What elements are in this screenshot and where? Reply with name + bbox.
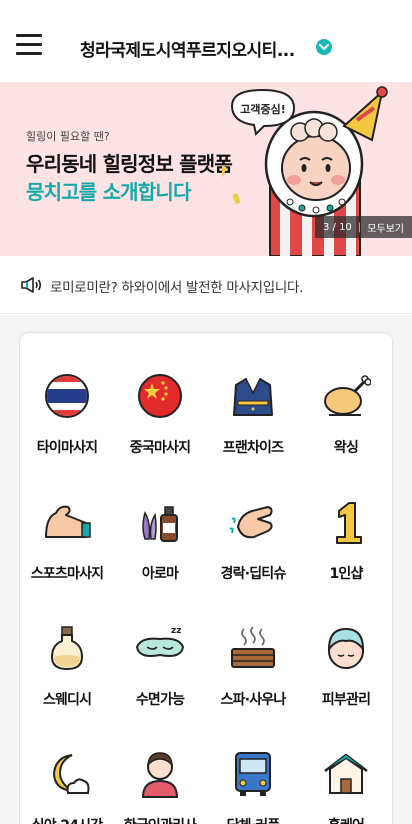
banner-highlight-title: 뭉치고를 소개합니다 — [26, 180, 191, 204]
chicken-icon — [324, 375, 371, 416]
category-item[interactable]: zz 수면가능 — [114, 623, 206, 733]
notice-bar[interactable]: 로미로미란? 하와이에서 발전한 마사지입니다. — [0, 256, 412, 314]
muscle-arm-icon — [45, 505, 91, 538]
home-care-icon — [324, 753, 368, 794]
megaphone-icon — [21, 277, 42, 293]
category-grid: 타이마사지 중국마사지 프랜차이즈 왁싱스포츠마사지 아로마 경락·딥티슈 1인샵스웨디시 z… — [19, 332, 393, 824]
category-item[interactable]: 피부관리 — [300, 623, 392, 733]
notice-text: 로미로미란? 하와이에서 발전한 마사지입니다. — [50, 280, 304, 296]
svg-text:zz: zz — [171, 626, 181, 636]
chevron-down-icon[interactable] — [316, 39, 332, 55]
spa-tub-icon — [231, 626, 275, 668]
oil-bottle-icon — [50, 626, 84, 671]
category-item[interactable]: 왁싱 — [300, 371, 392, 481]
category-label: 왁싱 — [333, 440, 359, 456]
sleep-mask-icon: zz — [135, 626, 185, 657]
category-label: 경락·딥티슈 — [220, 566, 287, 582]
category-item[interactable]: 단체·커플 — [207, 749, 299, 824]
banner-subtitle: 힐링이 필요할 땐? — [26, 130, 110, 143]
category-item[interactable]: 중국마사지 — [114, 371, 206, 481]
pager-count: 3 / 10 — [322, 221, 352, 233]
category-label: 중국마사지 — [129, 440, 191, 456]
category-item[interactable]: 심야·24시간 — [21, 749, 113, 824]
category-item[interactable]: 스포츠마사지 — [21, 497, 113, 607]
category-label: 스웨디시 — [42, 692, 92, 708]
category-label: 한국인관리사 — [110, 815, 210, 824]
category-item[interactable]: 스웨디시 — [21, 623, 113, 733]
category-label: 타이마사지 — [36, 440, 98, 456]
pager-separator: | — [357, 221, 362, 233]
korean-therapist-icon — [141, 752, 179, 798]
bus-icon — [235, 752, 271, 796]
massage-hand-icon — [229, 506, 273, 539]
view-all-button[interactable]: 모두보기 — [367, 220, 404, 235]
moon-night-icon — [52, 754, 90, 794]
category-label: 프랜차이즈 — [222, 440, 284, 456]
category-item[interactable]: 1인샵 — [300, 497, 392, 607]
category-item[interactable]: 타이마사지 — [21, 371, 113, 481]
category-item[interactable]: 한국인관리사 — [114, 749, 206, 824]
promo-banner[interactable]: 힐링이 필요할 땐? 우리동네 힐링정보 플랫폼 뭉치고를 소개합니다 고객중심… — [0, 82, 412, 256]
face-towel-icon — [327, 627, 365, 669]
category-label: 스포츠마사지 — [30, 566, 104, 582]
category-label: 수면가능 — [135, 692, 185, 708]
hamburger-menu-icon[interactable] — [16, 34, 42, 56]
category-item[interactable]: 스파·사우나 — [207, 623, 299, 733]
app-header: 청라국제도시역푸르지오시티... — [0, 0, 412, 82]
banner-title: 우리동네 힐링정보 플랫폼 — [26, 152, 233, 176]
category-label: 스파·사우나 — [220, 692, 287, 708]
uniform-icon — [233, 378, 273, 416]
category-item[interactable]: 아로마 — [114, 497, 206, 607]
category-label: 홈케어 — [296, 815, 396, 824]
category-label: 1인샵 — [329, 566, 363, 582]
number-one-icon — [336, 502, 362, 544]
banner-pager: 3 / 10 | 모두보기 — [314, 216, 412, 238]
category-label: 심야·24시간 — [17, 815, 117, 824]
speech-bubble-text: 고객중심! — [240, 102, 286, 116]
location-title[interactable]: 청라국제도시역푸르지오시티... — [80, 36, 312, 61]
category-item[interactable]: 프랜차이즈 — [207, 371, 299, 481]
thailand-flag-icon — [45, 374, 89, 418]
aroma-oil-icon — [142, 506, 178, 542]
category-label: 단체·커플 — [203, 815, 303, 824]
china-flag-icon — [138, 374, 182, 418]
category-label: 피부관리 — [321, 692, 371, 708]
category-item[interactable]: 경락·딥티슈 — [207, 497, 299, 607]
category-label: 아로마 — [141, 566, 179, 582]
category-item[interactable]: 홈케어 — [300, 749, 392, 824]
